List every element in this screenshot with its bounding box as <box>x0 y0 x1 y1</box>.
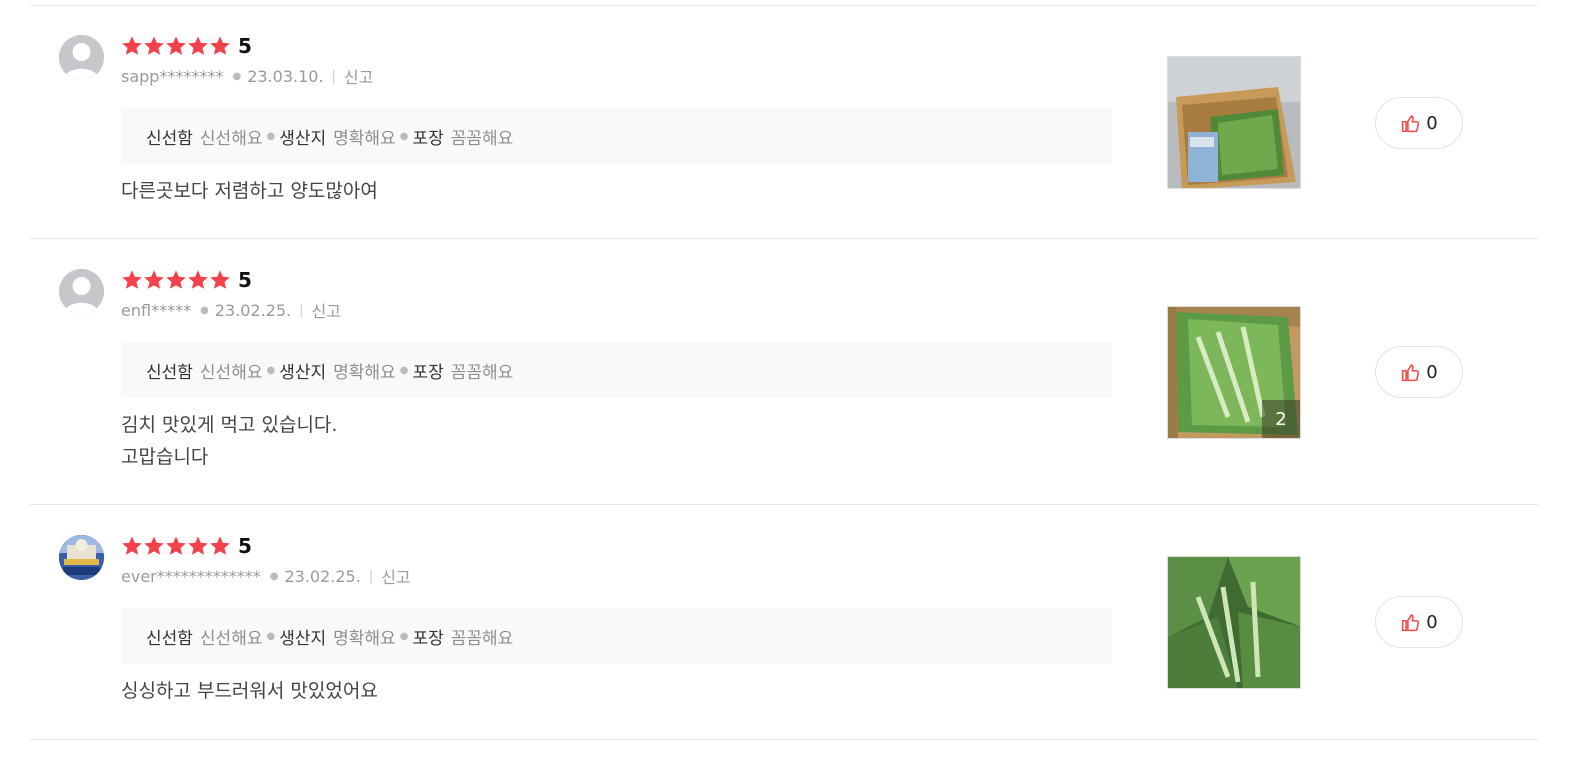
user-avatar <box>59 35 104 80</box>
report-link[interactable]: 신고 <box>312 298 341 322</box>
attribute-value: 명확해요 <box>333 362 396 383</box>
star-icon <box>144 270 164 289</box>
rating-score: 5 <box>238 34 252 58</box>
reviewer-id: enfl***** <box>121 300 192 320</box>
meta-divider: | <box>299 302 304 318</box>
star-icon <box>188 536 208 555</box>
attribute-dot: ● <box>266 630 276 642</box>
attribute-value: 꼼꼼해요 <box>450 128 514 149</box>
photo-count-badge: 2 <box>1262 400 1300 438</box>
review-photo[interactable]: 2 <box>1167 306 1301 439</box>
thumbs-up-icon <box>1402 613 1420 631</box>
like-count: 0 <box>1426 611 1438 633</box>
meta-dot: ● <box>269 570 279 582</box>
attribute-label: 신선함 <box>146 362 193 383</box>
review-text-line: 고맙습니다 <box>121 446 209 468</box>
attribute-value: 명확해요 <box>333 128 396 149</box>
star-icon <box>122 270 142 289</box>
meta-dot: ● <box>232 70 242 82</box>
star-icon <box>210 36 230 55</box>
review-text: 다른곳보다 저렴하고 양도많아여 <box>121 175 378 207</box>
meta-dot: ● <box>200 304 209 316</box>
review-meta: enfl***** ● 23.02.25. | 신고 <box>121 298 341 322</box>
star-icon <box>122 36 142 55</box>
review-text-line: 싱싱하고 부드러워서 맛있었어요 <box>121 680 378 702</box>
attribute-value: 신선해요 <box>199 128 263 149</box>
attribute-label: 생산지 <box>279 362 327 383</box>
review-meta: ever************* ● 23.02.25. | 신고 <box>121 564 411 588</box>
review-photo[interactable] <box>1167 56 1301 189</box>
attribute-value: 명확해요 <box>333 628 396 649</box>
review-item: 5 sapp******** ● 23.03.10. | 신고 신선함 신선해요… <box>30 5 1538 239</box>
rating-score: 5 <box>238 534 252 558</box>
rating-stars: 5 <box>121 35 252 57</box>
star-icon <box>144 536 164 555</box>
attribute-label: 생산지 <box>279 628 327 649</box>
review-item: 5 ever************* ● 23.02.25. | 신고 신선함… <box>30 504 1538 740</box>
star-icon <box>166 36 186 55</box>
attribute-label: 포장 <box>412 362 444 383</box>
thumbs-up-icon <box>1402 363 1420 381</box>
meta-divider: | <box>331 68 336 84</box>
review-date: 23.03.10. <box>247 66 324 86</box>
attribute-dot: ● <box>399 130 409 142</box>
review-item: 5 enfl***** ● 23.02.25. | 신고 신선함 신선해요 ● … <box>30 238 1538 505</box>
attribute-label: 신선함 <box>146 628 193 649</box>
review-date: 23.02.25. <box>284 566 361 586</box>
reviewer-id: sapp******** <box>121 66 224 86</box>
star-icon <box>122 536 142 555</box>
attribute-value: 꼼꼼해요 <box>450 362 514 383</box>
star-icon <box>166 270 186 289</box>
review-attributes: 신선함 신선해요 ● 생산지 명확해요 ● 포장 꼼꼼해요 <box>121 608 1112 664</box>
star-icon <box>144 36 164 55</box>
report-link[interactable]: 신고 <box>344 64 373 88</box>
star-icon <box>210 536 230 555</box>
like-button[interactable]: 0 <box>1375 346 1463 398</box>
rating-stars: 5 <box>121 535 252 557</box>
attribute-dot: ● <box>266 130 276 142</box>
attribute-label: 포장 <box>412 628 444 649</box>
attribute-value: 꼼꼼해요 <box>450 628 514 649</box>
review-attributes: 신선함 신선해요 ● 생산지 명확해요 ● 포장 꼼꼼해요 <box>121 342 1112 398</box>
review-text-line: 김치 맛있게 먹고 있습니다. <box>121 414 338 436</box>
star-icon <box>188 270 208 289</box>
attribute-label: 생산지 <box>279 128 327 149</box>
attribute-dot: ● <box>266 364 276 376</box>
review-text-line: 다른곳보다 저렴하고 양도많아여 <box>121 180 378 202</box>
star-icon <box>166 536 186 555</box>
like-count: 0 <box>1426 361 1438 383</box>
review-photo[interactable] <box>1167 556 1301 689</box>
attribute-dot: ● <box>399 630 409 642</box>
report-link[interactable]: 신고 <box>381 564 410 588</box>
review-date: 23.02.25. <box>214 300 292 320</box>
star-icon <box>188 36 208 55</box>
review-attributes: 신선함 신선해요 ● 생산지 명확해요 ● 포장 꼼꼼해요 <box>121 108 1112 164</box>
review-text: 싱싱하고 부드러워서 맛있었어요 <box>121 675 378 707</box>
review-text: 김치 맛있게 먹고 있습니다. 고맙습니다 <box>121 409 337 473</box>
star-icon <box>210 270 230 289</box>
thumbs-up-icon <box>1402 114 1420 132</box>
user-avatar <box>59 269 104 314</box>
like-button[interactable]: 0 <box>1375 596 1463 648</box>
attribute-dot: ● <box>399 364 409 376</box>
attribute-label: 신선함 <box>146 128 193 149</box>
like-button[interactable]: 0 <box>1375 97 1463 149</box>
rating-stars: 5 <box>121 269 252 291</box>
attribute-value: 신선해요 <box>199 362 263 383</box>
user-avatar <box>59 535 104 580</box>
attribute-value: 신선해요 <box>199 628 263 649</box>
meta-divider: | <box>368 568 374 584</box>
like-count: 0 <box>1426 112 1438 134</box>
rating-score: 5 <box>238 268 252 292</box>
attribute-label: 포장 <box>412 128 444 149</box>
reviewer-id: ever************* <box>121 566 261 586</box>
review-meta: sapp******** ● 23.03.10. | 신고 <box>121 64 373 88</box>
